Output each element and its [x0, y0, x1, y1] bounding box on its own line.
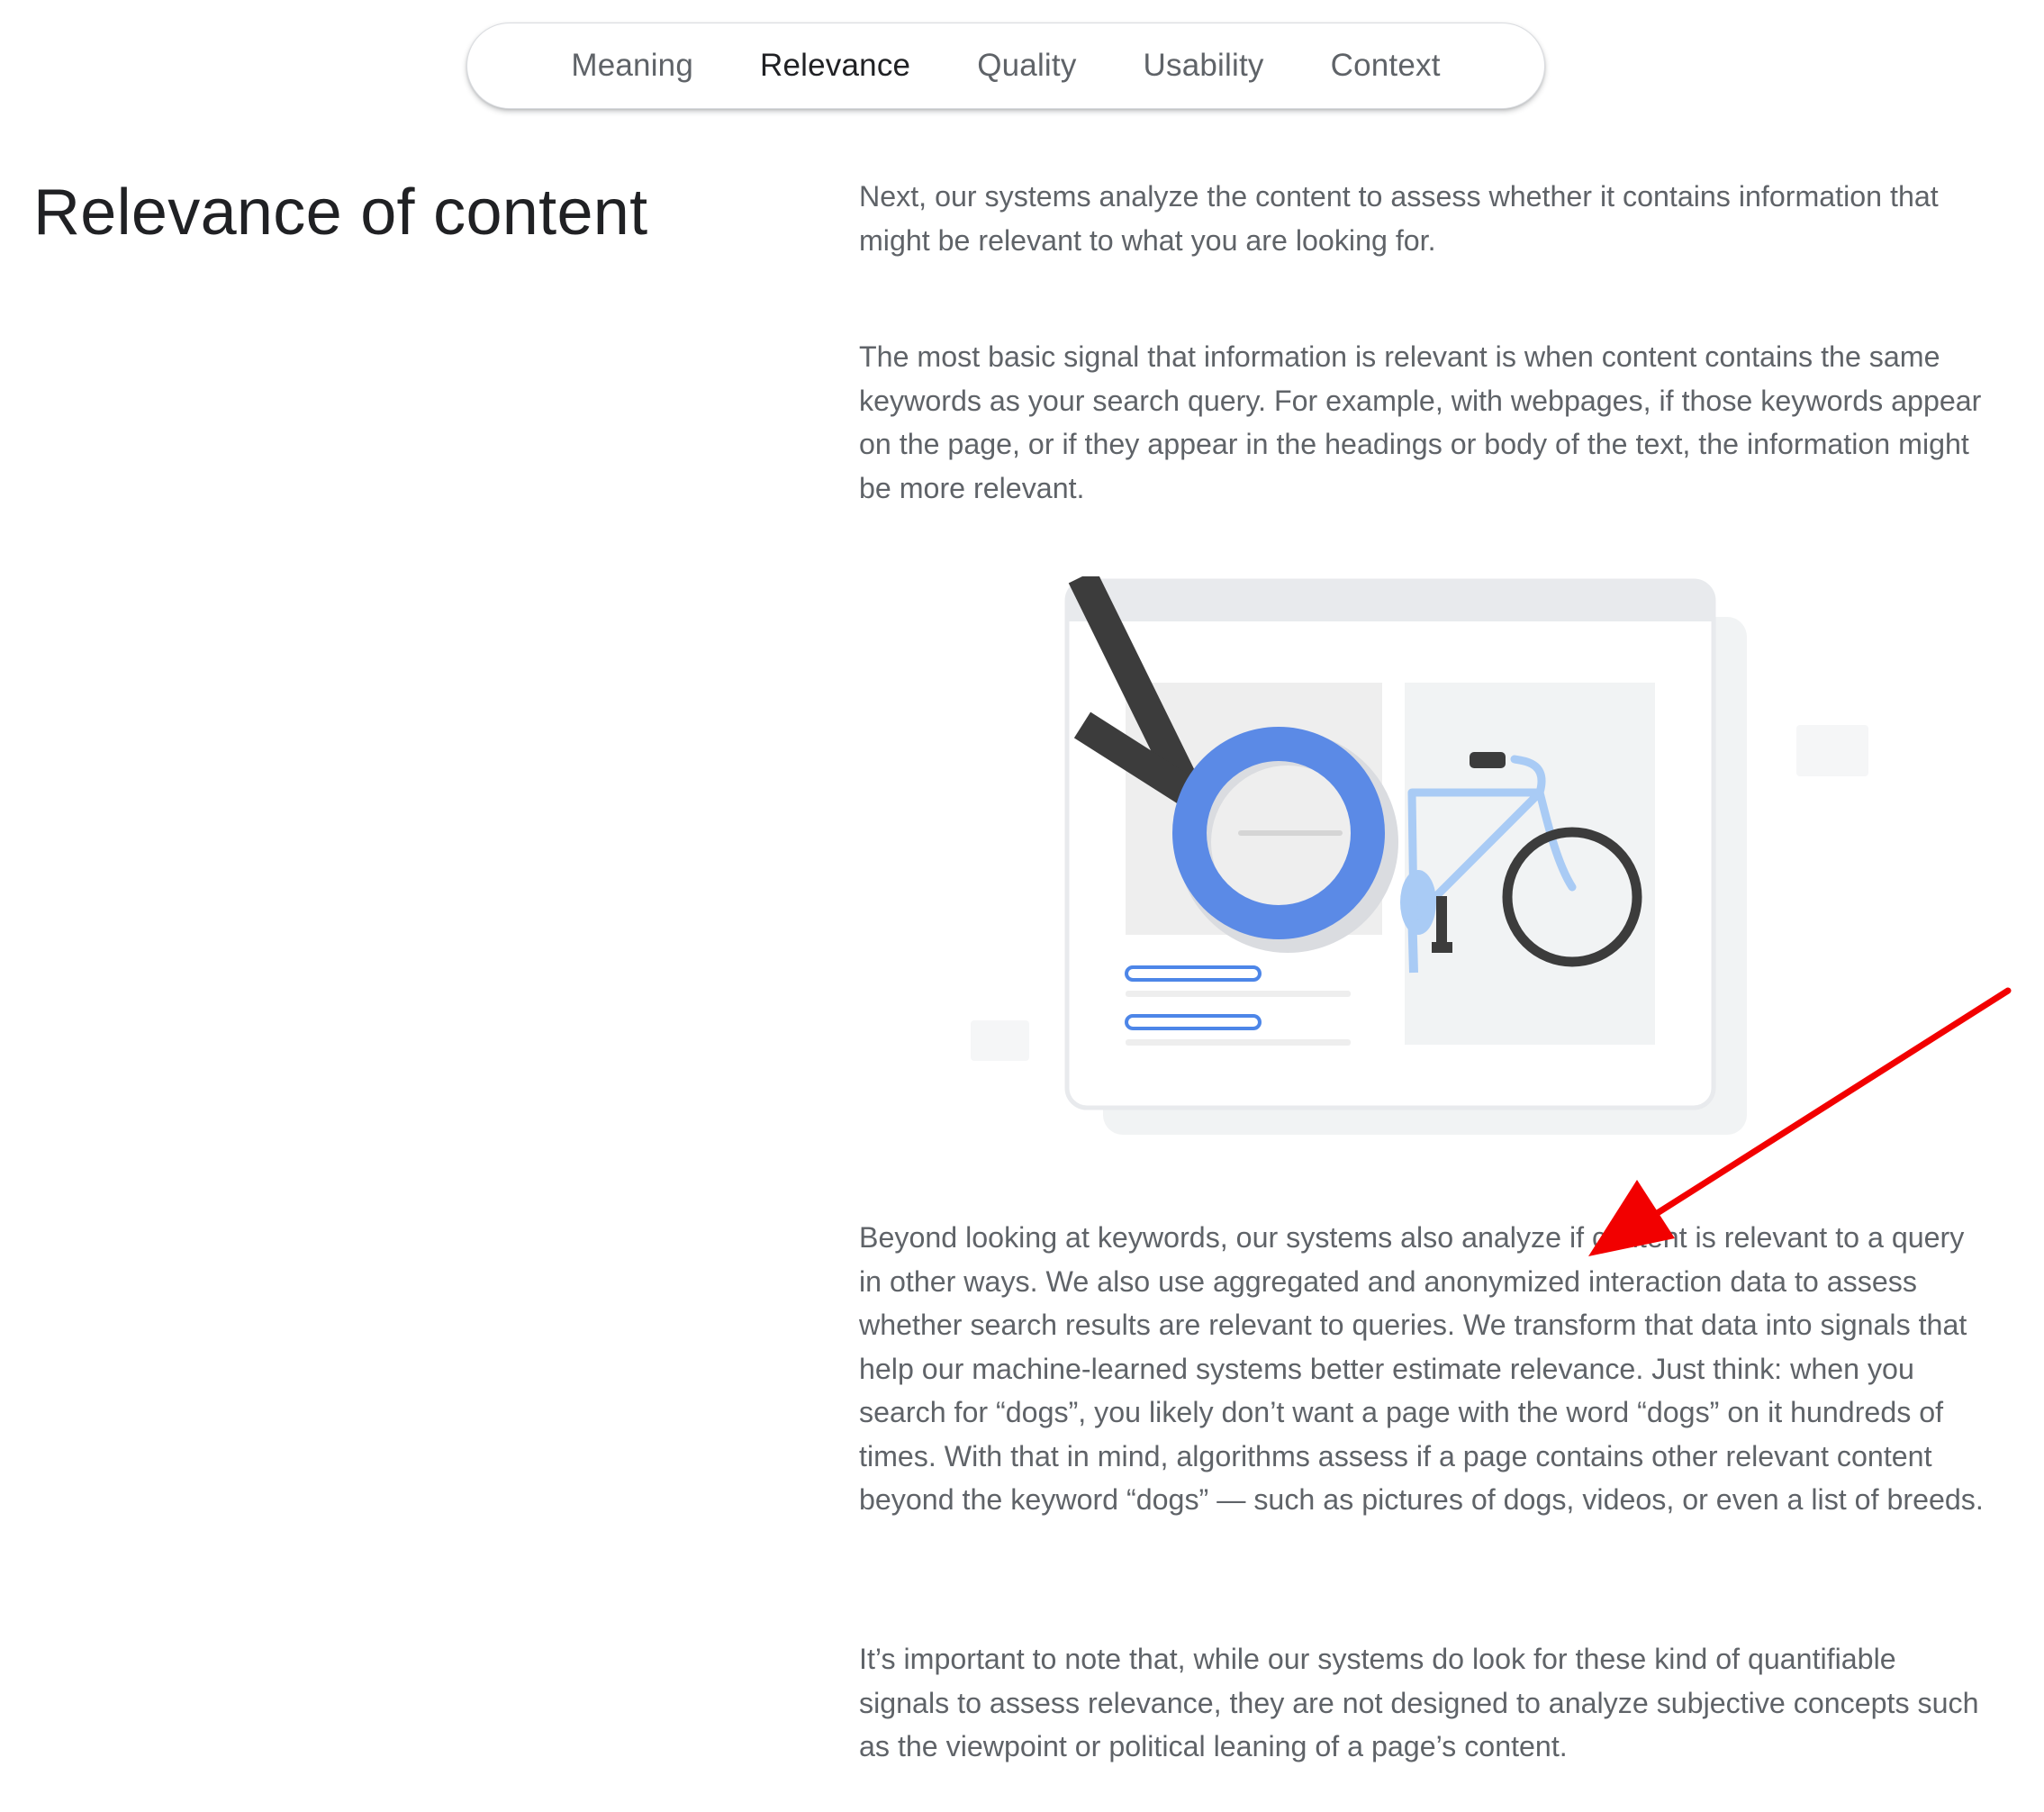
- tab-context[interactable]: Context: [1331, 48, 1441, 84]
- paragraph-keywords: The most basic signal that information i…: [859, 340, 1982, 504]
- red-arrow-annotation: [1588, 987, 2012, 1256]
- tab-quality[interactable]: Quality: [977, 48, 1076, 84]
- paragraph-intro: Next, our systems analyze the content to…: [859, 180, 1939, 257]
- section-tab-bar: Meaning Relevance Quality Usability Cont…: [466, 23, 1545, 109]
- tab-usability[interactable]: Usability: [1144, 48, 1264, 84]
- tab-meaning[interactable]: Meaning: [571, 48, 693, 84]
- tab-relevance[interactable]: Relevance: [760, 48, 910, 84]
- paragraph-subjective-note: It’s important to note that, while our s…: [859, 1643, 1979, 1762]
- page-title: Relevance of content: [33, 177, 648, 249]
